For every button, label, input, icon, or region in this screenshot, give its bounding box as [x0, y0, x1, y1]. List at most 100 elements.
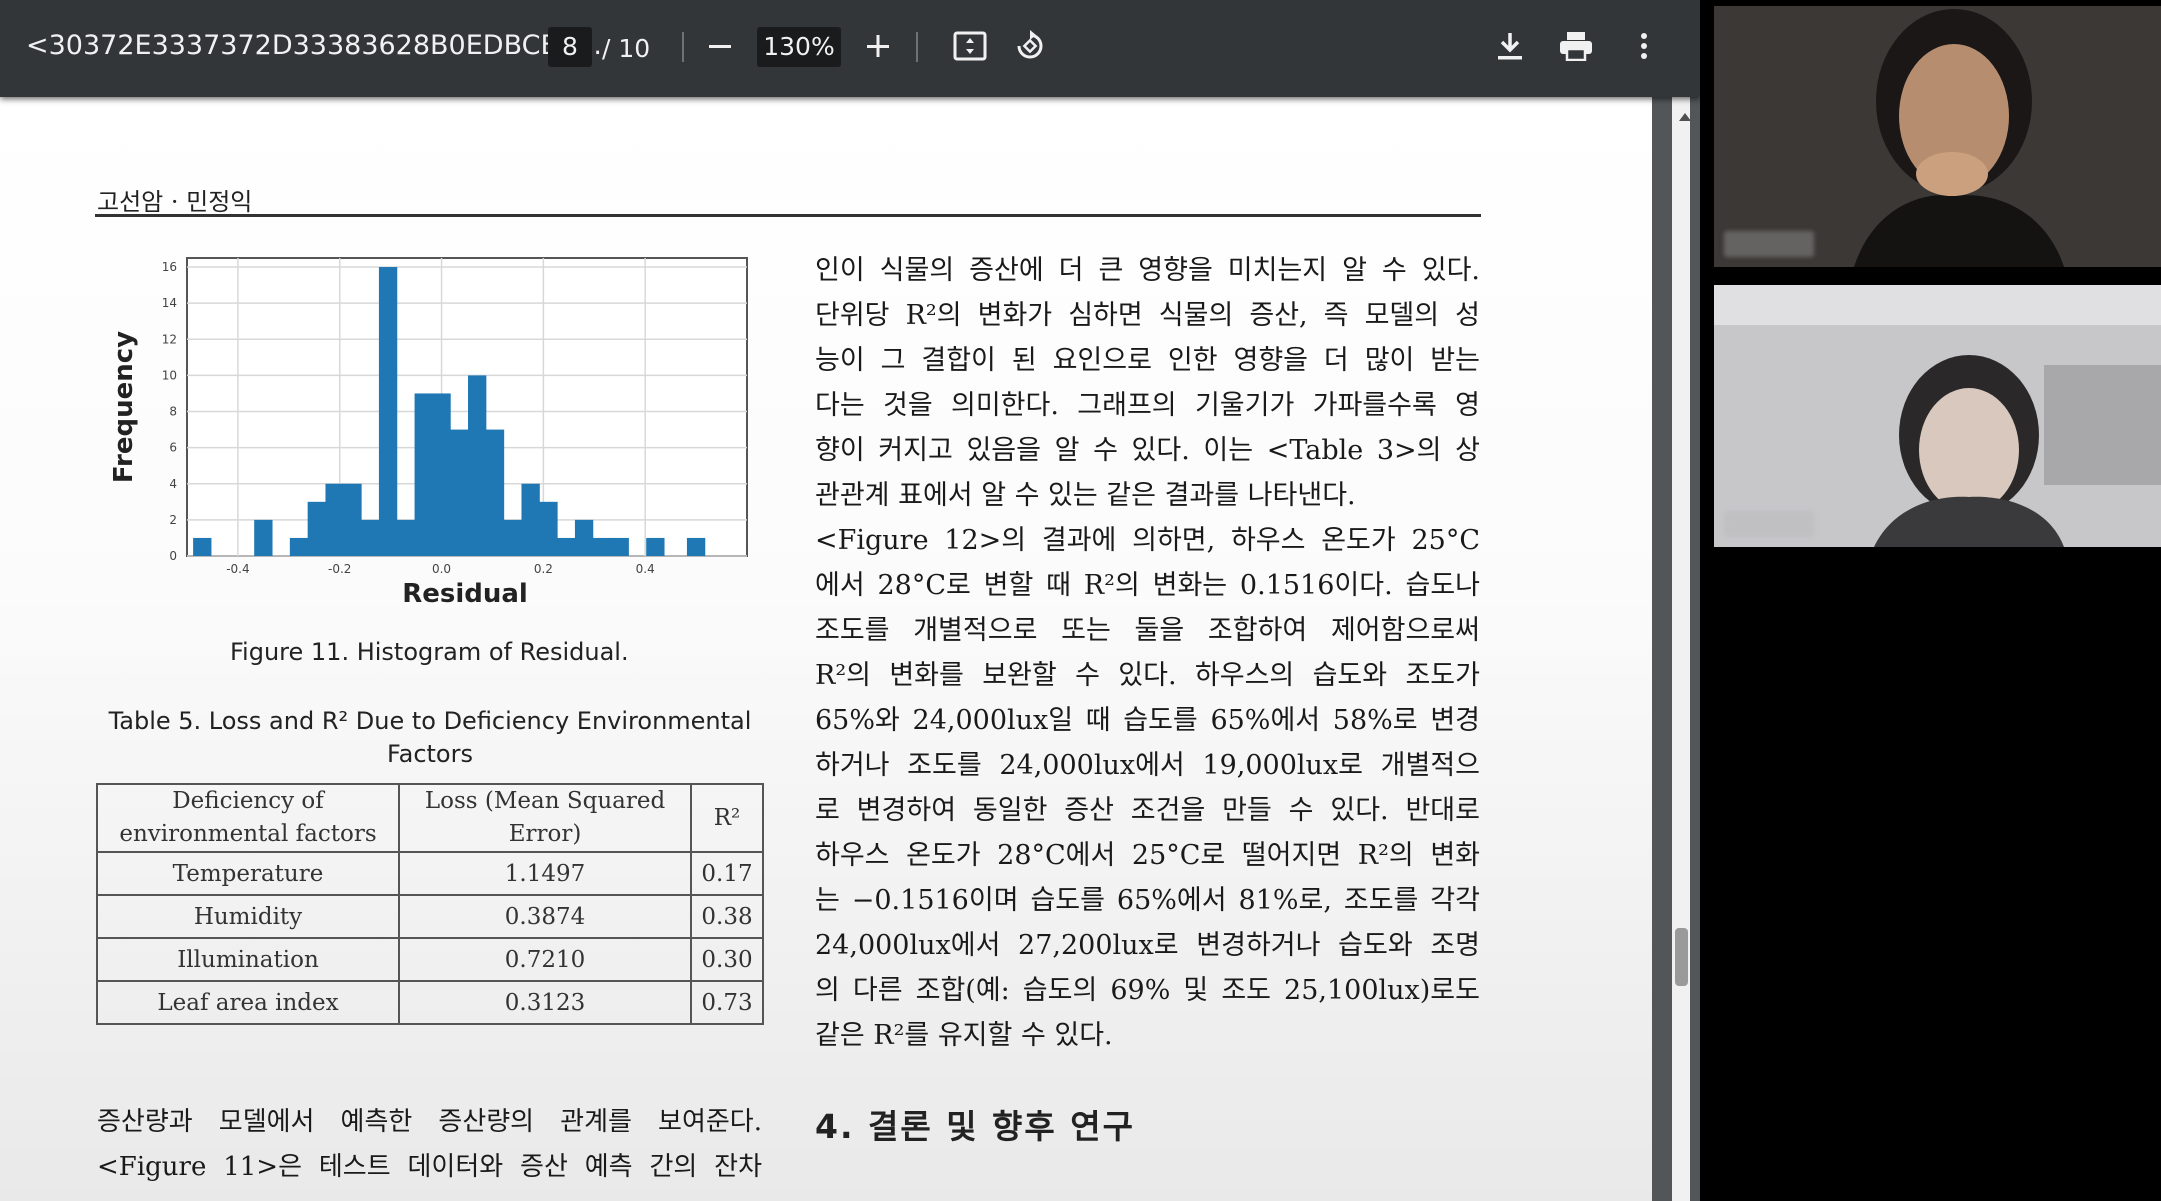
vertical-scrollbar[interactable] [1672, 97, 1690, 1201]
participant-video-tile[interactable] [1714, 285, 2161, 547]
histogram-bar [468, 375, 487, 556]
histogram-bar [503, 519, 522, 556]
table-cell: 0.38 [690, 894, 764, 939]
zoom-out-button[interactable] [698, 24, 742, 68]
text-line: 하거나 조도를 24,000lux에서 19,000lux로 개별적으 [815, 750, 1480, 781]
print-icon [1560, 32, 1592, 61]
histogram-bar [289, 537, 309, 556]
participant-name-label [1724, 511, 1814, 537]
text-line: 향이 커지고 있음을 알 수 있다. 이는 <Table 3>의 상 [815, 435, 1480, 466]
rotate-button[interactable] [1008, 24, 1052, 68]
x-tick-label: -0.2 [328, 562, 351, 576]
fit-to-page-button[interactable] [948, 24, 992, 68]
participant-video-tile[interactable] [1714, 6, 2161, 267]
table-row: Temperature 1.1497 0.17 [96, 851, 764, 896]
histogram-bar [646, 537, 665, 556]
histogram-bar [343, 483, 362, 556]
text-line: 능이 그 결합이 된 요인으로 인한 영향을 더 많이 받는 [815, 345, 1480, 376]
minus-icon [709, 45, 731, 48]
table-cell: Temperature [96, 851, 400, 896]
video-call-panel [1700, 0, 2161, 1201]
current-page-input[interactable]: 8 [548, 27, 592, 67]
pdf-viewer: <30372E3337372D33383628B0EDBCB1... 8 / 1… [0, 0, 1700, 1201]
histogram-bar [686, 537, 706, 556]
participant-video [1714, 6, 2161, 267]
print-button[interactable] [1554, 24, 1598, 68]
histogram-bar [450, 429, 469, 556]
text-line: 24,000lux에서 27,200lux로 변경하거나 습도와 조명 [815, 930, 1480, 961]
histogram-bar [307, 501, 326, 556]
text-line: <Figure 11>은 테스트 데이터와 증산 예측 간의 잔차 [97, 1152, 762, 1182]
body-text-right-column: 인이 식물의 증산에 더 큰 영향을 미치는지 알 수 있다. 단위당 R²의 … [815, 248, 1480, 1058]
table-header-row: Deficiency of environmental factors Loss… [96, 783, 764, 853]
text-line: 인이 식물의 증산에 더 큰 영향을 미치는지 알 수 있다. [815, 255, 1480, 286]
table-cell: 0.17 [690, 851, 764, 896]
figure-caption: Figure 11. Histogram of Residual. [230, 638, 629, 666]
participant-name-label [1724, 231, 1814, 257]
pdf-toolbar: <30372E3337372D33383628B0EDBCB1... 8 / 1… [0, 0, 1700, 97]
text-line: 로 변경하여 동일한 증산 조건을 만들 수 있다. 반대로 [815, 795, 1480, 826]
table-cell: 0.3123 [398, 980, 692, 1025]
y-axis-label: Frequency [109, 331, 139, 483]
download-button[interactable] [1488, 24, 1532, 68]
y-tick-label: 4 [169, 477, 177, 491]
more-options-button[interactable] [1622, 24, 1666, 68]
histogram-bar [539, 501, 558, 556]
table-cell: Humidity [96, 894, 400, 939]
text-line: 65%와 24,000lux일 때 습도를 65%에서 58%로 변경 [815, 705, 1480, 736]
zoom-in-button[interactable] [856, 24, 900, 68]
text-line: <Figure 12>의 결과에 의하면, 하우스 온도가 25°C [815, 525, 1480, 556]
x-axis-label: Residual [402, 579, 528, 609]
toolbar-divider [916, 32, 918, 62]
table-header-cell: Loss (Mean Squared Error) [398, 783, 692, 853]
running-header: 고선암 · 민정익 [97, 188, 253, 216]
x-tick-label: 0.4 [636, 562, 655, 576]
table-row: Leaf area index 0.3123 0.73 [96, 980, 764, 1025]
plus-icon [867, 35, 889, 57]
zoom-level-input[interactable]: 130% [757, 27, 841, 67]
text-line: 증산량과 모델에서 예측한 증산량의 관계를 보여준다. [97, 1107, 762, 1137]
table-row: Humidity 0.3874 0.38 [96, 894, 764, 939]
table-cell: 0.3874 [398, 894, 692, 939]
rotate-icon [1017, 30, 1043, 59]
page-total: / 10 [602, 34, 651, 63]
header-rule [95, 214, 1481, 217]
histogram-bar [378, 267, 398, 556]
table-cell: 0.30 [690, 937, 764, 982]
text-line: 는 −0.1516이며 습도를 65%에서 81%로, 조도를 각각 [815, 885, 1480, 916]
scrollbar-thumb[interactable] [1675, 928, 1688, 986]
download-icon [1498, 33, 1522, 60]
document-title: <30372E3337372D33383628B0EDBCB1... [26, 30, 602, 61]
y-tick-label: 12 [162, 332, 177, 346]
y-tick-label: 2 [169, 513, 177, 527]
text-line: 같은 R²를 유지할 수 있다. [815, 1020, 1113, 1051]
histogram-bar [592, 537, 612, 556]
scroll-up-arrow[interactable] [1679, 113, 1691, 121]
table-cell: 1.1497 [398, 851, 692, 896]
x-tick-label: -0.4 [226, 562, 249, 576]
text-line: 조도를 개별적으로 또는 둘을 조합하여 제어함으로써 [815, 615, 1480, 646]
text-line: 의 다른 조합(예: 습도의 69% 및 조도 25,100lux)로도 [815, 975, 1480, 1006]
histogram-bar [193, 537, 212, 556]
table-cell: 0.7210 [398, 937, 692, 982]
histogram-bar [432, 393, 451, 556]
histogram-bar [610, 537, 629, 556]
histogram-bar [521, 483, 540, 556]
histogram-bar [396, 519, 416, 556]
y-tick-label: 8 [169, 405, 177, 419]
histogram-bar [485, 429, 505, 556]
histogram-bar [414, 393, 433, 556]
text-line: 에서 28°C로 변할 때 R²의 변화는 0.1516이다. 습도나 [815, 570, 1480, 601]
y-tick-label: 14 [162, 296, 177, 310]
y-tick-label: 10 [162, 368, 177, 382]
table-cell: Leaf area index [96, 980, 400, 1025]
fit-page-icon [953, 31, 987, 61]
x-tick-label: 0.0 [432, 562, 451, 576]
x-tick-label: 0.2 [534, 562, 553, 576]
toolbar-divider [682, 32, 684, 62]
histogram-bar [254, 519, 273, 556]
histogram-bar [557, 537, 576, 556]
y-tick-label: 16 [162, 260, 177, 274]
table-header-cell: R² [690, 783, 764, 853]
table-caption: Table 5. Loss and R² Due to Deficiency E… [108, 707, 752, 768]
